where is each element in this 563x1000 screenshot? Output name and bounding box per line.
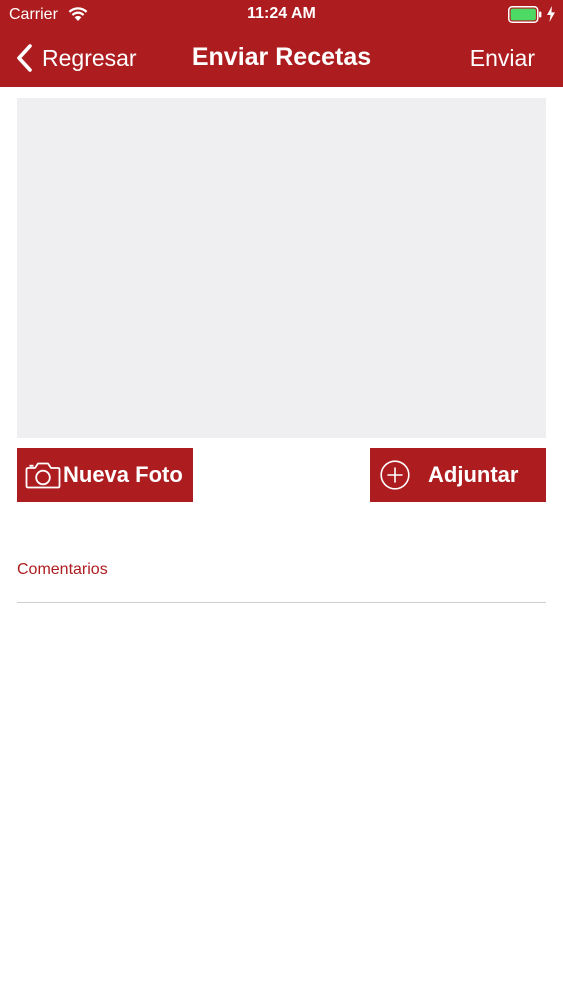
status-bar: Carrier 11:24 AM: [0, 0, 563, 30]
send-recipes-screen: Carrier 11:24 AM Regresar Enviar Recetas…: [0, 0, 563, 1000]
photo-preview-area: [17, 98, 546, 438]
header: Carrier 11:24 AM Regresar Enviar Recetas…: [0, 0, 563, 87]
comments-label: Comentarios: [17, 561, 108, 578]
new-photo-label: Nueva Foto: [63, 462, 183, 487]
attach-label: Adjuntar: [428, 462, 519, 487]
camera-icon: [25, 462, 61, 489]
status-time: 11:24 AM: [247, 5, 316, 22]
new-photo-button[interactable]: Nueva Foto: [17, 448, 193, 502]
send-button[interactable]: Enviar: [470, 44, 535, 72]
navigation-bar: Regresar Enviar Recetas Enviar: [0, 30, 563, 87]
attach-button[interactable]: Adjuntar: [370, 448, 546, 502]
comments-divider: [17, 602, 546, 603]
battery-charging-icon: [508, 6, 542, 23]
plus-circle-icon: [380, 460, 410, 490]
charging-bolt-icon: [547, 6, 555, 22]
